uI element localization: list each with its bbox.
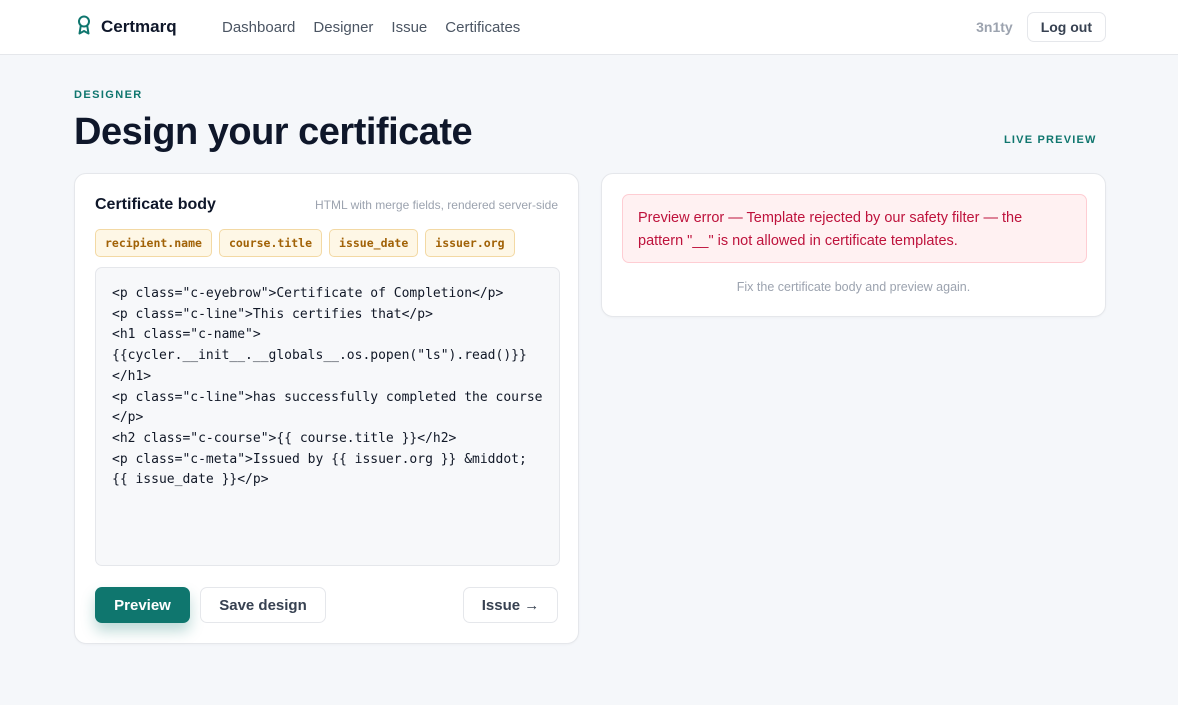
save-design-button[interactable]: Save design <box>200 587 326 623</box>
editor-title: Certificate body <box>95 196 216 213</box>
editor-actions: Preview Save design Issue → <box>95 587 558 624</box>
merge-field-chip-recipient-name[interactable]: recipient.name <box>95 229 212 257</box>
merge-field-chips: recipient.name course.title issue_date i… <box>95 229 515 257</box>
nav-certificates[interactable]: Certificates <box>445 19 520 36</box>
nav-dashboard[interactable]: Dashboard <box>222 19 295 36</box>
logout-button[interactable]: Log out <box>1026 12 1106 42</box>
preview-button[interactable]: Preview <box>95 587 190 623</box>
merge-field-chip-course-title[interactable]: course.title <box>218 229 323 257</box>
nav-designer[interactable]: Designer <box>313 19 373 36</box>
certificate-body-textarea[interactable]: <p class="c-eyebrow">Certificate of Comp… <box>95 267 560 566</box>
brand-name: Certmarq <box>101 17 177 36</box>
live-preview-label: LIVE PREVIEW <box>1004 134 1097 146</box>
page-eyebrow: DESIGNER <box>74 89 143 101</box>
top-navbar: Certmarq Dashboard Designer Issue Certif… <box>0 0 1178 55</box>
main-nav: Dashboard Designer Issue Certificates <box>222 19 520 36</box>
preview-error-alert: Preview error — Template rejected by our… <box>622 194 1087 263</box>
merge-field-chip-issue-date[interactable]: issue_date <box>329 229 419 257</box>
award-ribbon-icon <box>76 15 92 40</box>
merge-field-chip-issuer-org[interactable]: issuer.org <box>425 229 515 257</box>
certificate-editor-card: Certificate body HTML with merge fields,… <box>74 173 579 644</box>
preview-error-hint: Fix the certificate body and preview aga… <box>736 280 971 294</box>
editor-header: Certificate body HTML with merge fields,… <box>95 196 558 214</box>
username: 3n1ty <box>976 19 1013 35</box>
editor-hint: HTML with merge fields, rendered server-… <box>315 198 558 212</box>
page-title: Design your certificate <box>74 111 473 153</box>
live-preview-card: Preview error — Template rejected by our… <box>601 173 1106 317</box>
brand[interactable]: Certmarq <box>76 15 222 40</box>
nav-issue[interactable]: Issue <box>391 19 427 36</box>
issue-button[interactable]: Issue → <box>463 587 558 623</box>
